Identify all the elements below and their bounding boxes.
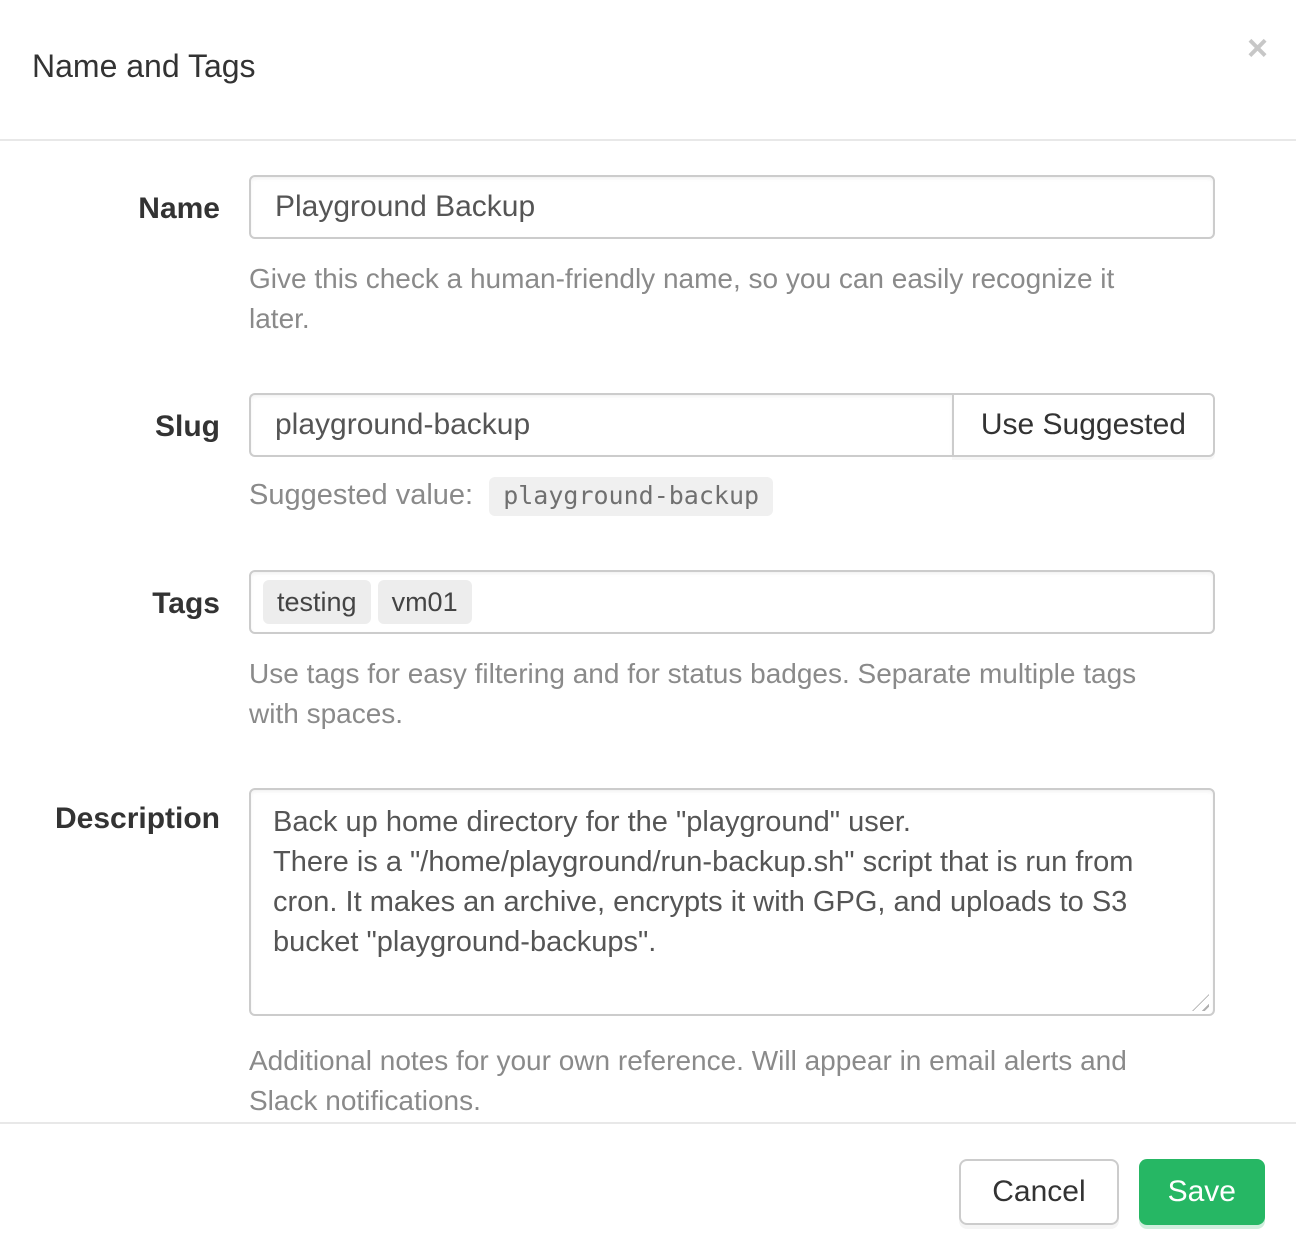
description-form-group: Description Back up home directory for t… bbox=[0, 788, 1296, 1121]
description-label: Description bbox=[0, 788, 249, 1121]
save-button[interactable]: Save bbox=[1139, 1159, 1265, 1225]
tags-help-text: Use tags for easy filtering and for stat… bbox=[249, 654, 1161, 734]
description-help-text: Additional notes for your own reference.… bbox=[249, 1041, 1161, 1121]
slug-input[interactable] bbox=[249, 393, 952, 457]
slug-label: Slug bbox=[0, 393, 249, 516]
tags-form-group: Tags testing vm01 Use tags for easy filt… bbox=[0, 570, 1296, 734]
dialog-footer: Cancel Save bbox=[0, 1122, 1296, 1254]
suggested-value-line: Suggested value: playground-backup bbox=[249, 477, 1215, 516]
close-icon[interactable]: × bbox=[1247, 30, 1268, 66]
name-help-text: Give this check a human-friendly name, s… bbox=[249, 259, 1161, 339]
cancel-button[interactable]: Cancel bbox=[959, 1159, 1118, 1225]
use-suggested-button[interactable]: Use Suggested bbox=[952, 393, 1215, 457]
slug-form-group: Slug Use Suggested Suggested value: play… bbox=[0, 393, 1296, 516]
suggested-value-prefix: Suggested value: bbox=[249, 479, 473, 511]
slug-input-group: Use Suggested bbox=[249, 393, 1215, 457]
tags-input[interactable]: testing vm01 bbox=[249, 570, 1215, 634]
name-and-tags-dialog: Name and Tags × Name Give this check a h… bbox=[0, 0, 1296, 1254]
dialog-title: Name and Tags bbox=[32, 48, 256, 85]
dialog-header: Name and Tags × bbox=[0, 0, 1296, 141]
name-form-group: Name Give this check a human-friendly na… bbox=[0, 175, 1296, 339]
description-textarea[interactable]: Back up home directory for the "playgrou… bbox=[249, 788, 1215, 1016]
dialog-body: Name Give this check a human-friendly na… bbox=[0, 141, 1296, 1122]
tag-chip-vm01[interactable]: vm01 bbox=[378, 580, 472, 624]
tag-chip-testing[interactable]: testing bbox=[263, 580, 371, 624]
tags-label: Tags bbox=[0, 570, 249, 734]
name-label: Name bbox=[0, 175, 249, 339]
name-input[interactable] bbox=[249, 175, 1215, 239]
suggested-value-code: playground-backup bbox=[489, 477, 773, 516]
